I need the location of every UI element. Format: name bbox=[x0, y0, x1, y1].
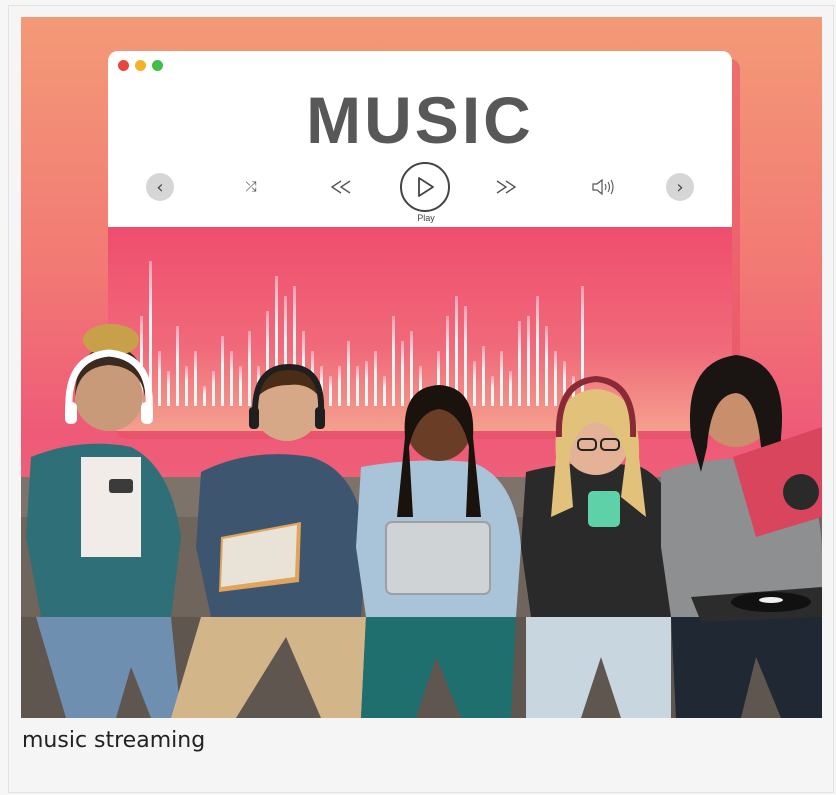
image-caption: music streaming bbox=[22, 728, 206, 753]
music-photo[interactable]: MUSIC ‹ ⤮ Play › bbox=[21, 17, 822, 718]
person-5 bbox=[661, 355, 822, 718]
person-1 bbox=[26, 324, 181, 718]
people-illustration bbox=[21, 324, 822, 718]
person-2 bbox=[171, 363, 366, 718]
